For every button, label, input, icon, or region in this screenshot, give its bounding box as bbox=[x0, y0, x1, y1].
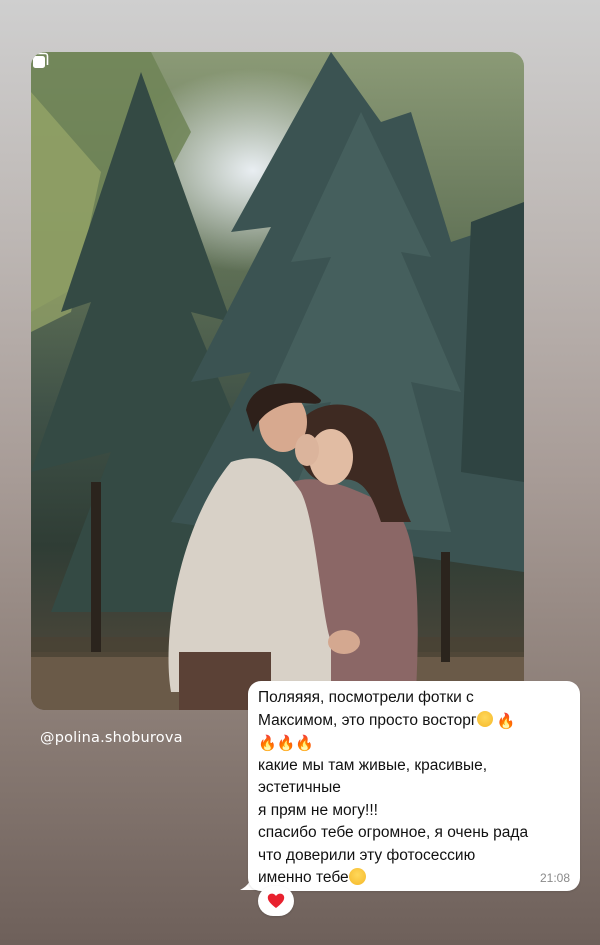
story-photo[interactable] bbox=[31, 52, 524, 710]
reaction-badge[interactable] bbox=[258, 886, 294, 916]
fire-icon: 🔥 bbox=[276, 734, 296, 752]
message-line: именно тебе bbox=[258, 867, 570, 890]
message-line: Максимом, это просто восторг 🔥 bbox=[258, 710, 516, 730]
message-line: 🔥🔥🔥 bbox=[258, 732, 570, 755]
message-timestamp: 21:08 bbox=[539, 871, 570, 885]
message-line: какие мы там живые, красивые, bbox=[258, 756, 488, 774]
message-bubble[interactable]: Поляяяя, посмотрели фотки с Максимом, эт… bbox=[248, 681, 580, 891]
red-heart-icon bbox=[267, 893, 285, 908]
pleading-face-icon bbox=[476, 710, 493, 727]
photo-scene bbox=[31, 52, 524, 710]
message-line: Поляяяя, посмотрели фотки с bbox=[258, 689, 474, 706]
expand-square-icon[interactable] bbox=[31, 52, 49, 70]
message-line: я прям не могу!!! bbox=[258, 801, 378, 819]
fire-icon: 🔥 bbox=[295, 734, 315, 752]
fire-icon: 🔥 bbox=[258, 734, 277, 752]
message-line: эстетичные bbox=[258, 779, 341, 796]
heart-eyes-face-icon bbox=[348, 868, 366, 885]
fire-icon: 🔥 bbox=[496, 711, 516, 730]
mention-username[interactable]: @polina.shoburova bbox=[40, 730, 183, 746]
message-line: что доверили эту фотосессию bbox=[258, 846, 476, 864]
message-line: спасибо тебе огромное, я очень рада bbox=[258, 824, 529, 841]
